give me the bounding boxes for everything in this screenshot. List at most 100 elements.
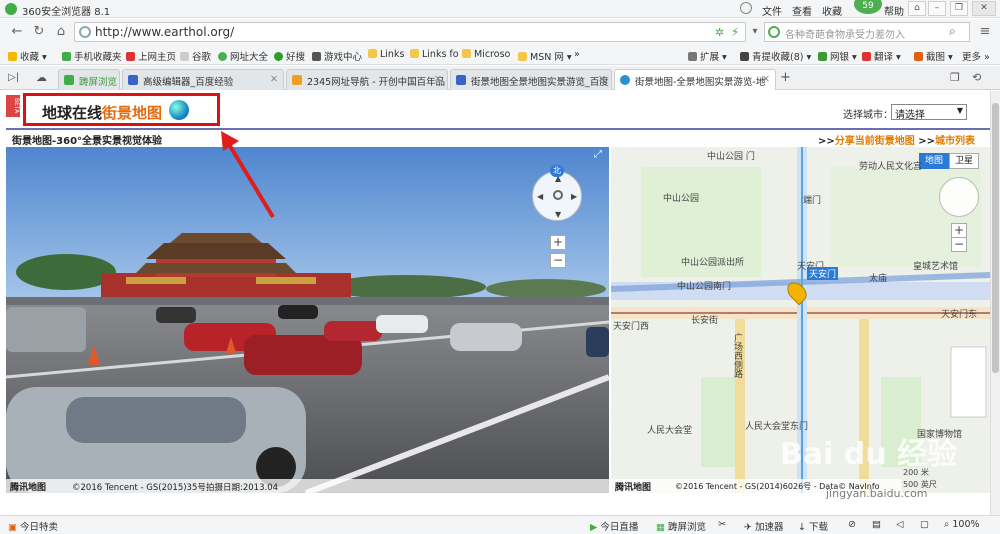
street-view-panorama[interactable]: ▲ ▼ ◀ ▶ 北 ⤢ + − 腾讯地图 ©2016 Tencent - GS(… — [6, 147, 609, 493]
toolbar-screenshot[interactable]: 截图 ▾ — [914, 49, 953, 63]
close-tab-icon[interactable]: ✕ — [598, 74, 606, 85]
sidebar-toggle-icon[interactable]: ▷| — [8, 72, 19, 83]
share-links: >>分享当前街景地图 >>城市列表 — [818, 136, 976, 147]
tab-earthol[interactable]: 街景地图-全景地图实景游览-地 ✕ — [614, 69, 776, 90]
fav-item[interactable]: 游戏中心 — [312, 49, 362, 63]
zoom-in-button[interactable]: + — [550, 235, 566, 250]
menu-favorites[interactable]: 收藏 — [822, 3, 842, 18]
zoom-level[interactable]: ⌕ 100% — [944, 519, 980, 530]
tab-bar: ▷| ☁ 踌屏浏览 高级编辑器_百度经验 ✕ 2345网址导航 - 开创中国百年品… — [0, 66, 1000, 90]
tab-split-screen[interactable]: 踌屏浏览 — [58, 69, 120, 90]
city-select[interactable]: 请选择 ▼ — [891, 104, 967, 121]
toolbar-qingti[interactable]: 青提收藏(8) ▾ — [740, 49, 811, 63]
restore-tab-icon[interactable]: ⟲ — [972, 71, 981, 84]
daily-deals[interactable]: ▣ 今日特卖 — [8, 519, 58, 533]
tabs-overview-icon[interactable]: ❐ — [950, 71, 960, 84]
dropdown-icon[interactable]: ▾ — [746, 23, 764, 41]
site-logo[interactable]: 地球在线街景地图 — [23, 93, 220, 126]
window-icon[interactable]: ▢ — [920, 519, 929, 530]
globe-icon — [620, 75, 630, 85]
fav-item[interactable]: 谷歌 — [180, 49, 211, 63]
map-zoom-in-button[interactable]: + — [951, 223, 967, 238]
back-icon[interactable]: ← — [8, 23, 26, 41]
fav-item[interactable]: 手机收藏夹 — [62, 49, 122, 63]
zoom-out-button[interactable]: − — [550, 253, 566, 268]
security-icon[interactable]: ✲ — [715, 26, 724, 39]
status-live[interactable]: ▶ 今日直播 — [590, 519, 638, 533]
fav-item[interactable]: 好搜 — [274, 49, 305, 63]
search-input[interactable]: 各种奇葩食物承受力差勿入 — [785, 26, 905, 41]
vertical-scrollbar[interactable] — [990, 91, 1000, 515]
menu-view[interactable]: 查看 — [792, 3, 812, 18]
cloud-icon[interactable]: ☁ — [36, 71, 47, 84]
fav-item[interactable]: 收藏 ▾ — [8, 49, 47, 63]
arrow-down-icon[interactable]: ▼ — [555, 210, 561, 219]
folder-icon — [518, 52, 527, 61]
map-label: 端门 — [803, 196, 822, 206]
magnifier-icon: ⌕ — [944, 519, 950, 530]
fullscreen-icon[interactable]: ⤢ — [594, 149, 602, 160]
refresh-icon[interactable]: ↻ — [30, 23, 48, 41]
new-tab-button[interactable]: + — [780, 70, 791, 85]
toolbar-translate[interactable]: 翻译 ▾ — [862, 49, 901, 63]
toolbar-extensions[interactable]: 扩展 ▾ — [688, 49, 727, 63]
fav-folder[interactable]: MSN 网 ▾ — [518, 49, 572, 63]
tab-baidu-streetview[interactable]: 街景地图全景地图实景游览_百度 ✕ — [450, 69, 612, 90]
tab-baidu-editor[interactable]: 高级编辑器_百度经验 ✕ — [122, 69, 284, 90]
block-icon[interactable]: ⊘ — [848, 519, 856, 530]
menu-file[interactable]: 文件 — [762, 3, 782, 18]
image-icon[interactable]: ▤ — [872, 519, 881, 530]
scrollbar-thumb[interactable] — [992, 103, 999, 373]
home-icon[interactable]: ⌂ — [52, 23, 70, 41]
tools-icon[interactable]: ✂ — [718, 519, 726, 530]
toolbar-bank[interactable]: 网银 ▾ — [818, 49, 857, 63]
gift-icon: ▣ — [8, 522, 17, 533]
tab-2345[interactable]: 2345网址导航 - 开创中国百年品 ✕ — [286, 69, 448, 90]
maximize-button[interactable]: ❐ — [950, 1, 968, 16]
split-icon: ▦ — [656, 522, 665, 533]
search-box[interactable]: 各种奇葩食物承受力差勿入 ⌕ — [764, 22, 970, 42]
page-icon — [126, 52, 135, 61]
fav-folder[interactable]: Links — [368, 49, 404, 60]
volume-icon[interactable]: ◁ — [896, 519, 903, 530]
arrow-left-icon[interactable]: ◀ — [537, 192, 543, 201]
close-tab-icon[interactable]: ✕ — [434, 74, 442, 85]
fav-folder[interactable]: Microso — [462, 49, 510, 60]
center-icon[interactable] — [553, 190, 563, 200]
toolbar-more[interactable]: 更多 » — [962, 49, 990, 63]
bookmark-icon — [740, 52, 749, 61]
status-accelerator[interactable]: ✈ 加速器 — [744, 519, 784, 533]
status-split[interactable]: ▦ 踌屏浏览 — [656, 519, 706, 533]
address-text[interactable]: http://www.earthol.org/ — [95, 25, 234, 39]
map-zoom-out-button[interactable]: − — [951, 237, 967, 252]
address-bar[interactable]: http://www.earthol.org/ ✲ ⚡ — [74, 22, 746, 42]
menu-help[interactable]: 帮助 — [884, 3, 904, 18]
map-pan-control[interactable] — [939, 177, 979, 217]
close-tab-icon[interactable]: ✕ — [762, 74, 770, 85]
score-badge[interactable]: 59 — [854, 0, 882, 14]
status-download[interactable]: ↓ 下载 — [798, 519, 828, 533]
user-icon[interactable] — [740, 2, 752, 14]
fav-item[interactable]: 网址大全 — [218, 49, 268, 63]
fav-item[interactable]: 上网主页 — [126, 49, 176, 63]
chevron-right-icon[interactable]: » — [574, 49, 580, 60]
speed-icon[interactable]: ⚡ — [731, 25, 739, 39]
translate-icon — [862, 52, 871, 61]
fav-folder[interactable]: Links fo — [410, 49, 459, 60]
menu-icon[interactable]: ≡ — [976, 23, 994, 41]
tencent-map-logo: 腾讯地图 — [10, 483, 47, 493]
share-link[interactable]: 分享当前街景地图 — [835, 136, 915, 147]
map-type-map-tab[interactable]: 地图 — [919, 153, 949, 169]
search-icon[interactable]: ⌕ — [949, 24, 956, 39]
window-title: 360安全浏览器 8.1 — [22, 7, 111, 18]
search-engine-icon[interactable] — [768, 26, 780, 38]
logo-text: 地球在线街景地图 — [42, 104, 163, 122]
skin-icon[interactable]: ⌂ — [908, 1, 926, 16]
city-list-link[interactable]: 城市列表 — [935, 136, 975, 147]
arrow-right-icon[interactable]: ▶ — [571, 192, 577, 201]
map-type-satellite-tab[interactable]: 卫星 — [949, 153, 979, 169]
minimize-button[interactable]: – — [928, 1, 946, 16]
close-tab-icon[interactable]: ✕ — [270, 74, 278, 85]
close-button[interactable]: ✕ — [972, 1, 996, 16]
pan-control[interactable]: ▲ ▼ ◀ ▶ — [532, 171, 582, 221]
